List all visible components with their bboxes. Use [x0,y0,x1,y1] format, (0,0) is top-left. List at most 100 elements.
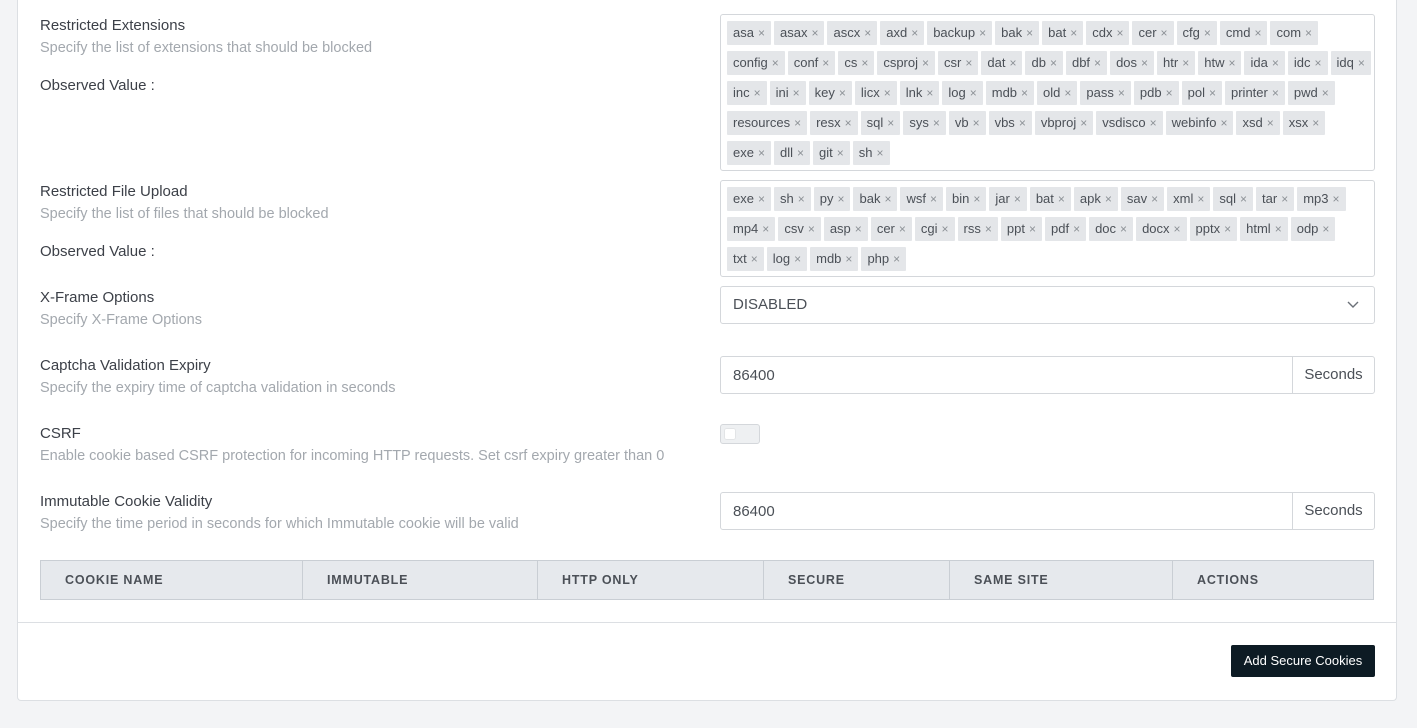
tag-remove-icon[interactable]: × [1240,192,1247,206]
tag-remove-icon[interactable]: × [758,26,765,40]
tag-remove-icon[interactable]: × [965,56,972,70]
tag-remove-icon[interactable]: × [1314,56,1321,70]
tag-remove-icon[interactable]: × [864,26,871,40]
tag-remove-icon[interactable]: × [1322,86,1329,100]
tag-remove-icon[interactable]: × [1166,86,1173,100]
tag-remove-icon[interactable]: × [1019,116,1026,130]
tag-remove-icon[interactable]: × [1333,192,1340,206]
tag-remove-icon[interactable]: × [798,192,805,206]
tag-remove-icon[interactable]: × [772,56,779,70]
tag-remove-icon[interactable]: × [839,86,846,100]
x-frame-options-select[interactable]: DISABLED [720,286,1375,324]
tag-remove-icon[interactable]: × [1120,222,1127,236]
tag-remove-icon[interactable]: × [1220,116,1227,130]
tag-remove-icon[interactable]: × [758,146,765,160]
tag-remove-icon[interactable]: × [1094,56,1101,70]
add-secure-cookies-button[interactable]: Add Secure Cookies [1231,645,1375,677]
tag-remove-icon[interactable]: × [1150,116,1157,130]
tag-remove-icon[interactable]: × [822,56,829,70]
tag-remove-icon[interactable]: × [1209,86,1216,100]
tag-remove-icon[interactable]: × [1050,56,1057,70]
tag-remove-icon[interactable]: × [1141,56,1148,70]
tag-remove-icon[interactable]: × [1358,56,1365,70]
tag-remove-icon[interactable]: × [1105,192,1112,206]
tag-remove-icon[interactable]: × [985,222,992,236]
tag-remove-icon[interactable]: × [855,222,862,236]
tag-remove-icon[interactable]: × [1009,56,1016,70]
tag-remove-icon[interactable]: × [758,192,765,206]
tag-label: csproj [883,55,919,70]
tag-remove-icon[interactable]: × [793,86,800,100]
tag-remove-icon[interactable]: × [1026,26,1033,40]
tag-remove-icon[interactable]: × [845,252,852,266]
tag-label: exe [733,145,754,160]
tag-remove-icon[interactable]: × [1322,222,1329,236]
tag-remove-icon[interactable]: × [884,192,891,206]
tag-remove-icon[interactable]: × [1029,222,1036,236]
tag-remove-icon[interactable]: × [1151,192,1158,206]
tag-remove-icon[interactable]: × [979,26,986,40]
tag-remove-icon[interactable]: × [942,222,949,236]
tag-remove-icon[interactable]: × [1174,222,1181,236]
tag-remove-icon[interactable]: × [861,56,868,70]
restricted-file-upload-tag-input[interactable]: exe × sh × py × bak × wsf × bin × jar × bat × apk × sav × xm… [720,180,1375,277]
tag-remove-icon[interactable]: × [1021,86,1028,100]
tag-remove-icon[interactable]: × [930,192,937,206]
tag-remove-icon[interactable]: × [754,86,761,100]
tag-remove-icon[interactable]: × [1118,86,1125,100]
tag-remove-icon[interactable]: × [926,86,933,100]
tag-remove-icon[interactable]: × [973,116,980,130]
tag-remove-icon[interactable]: × [1281,192,1288,206]
tag-label: log [948,85,966,100]
tag-remove-icon[interactable]: × [887,116,894,130]
tag-remove-icon[interactable]: × [1058,192,1065,206]
tag-remove-icon[interactable]: × [1267,116,1274,130]
tag-remove-icon[interactable]: × [1014,192,1021,206]
tag-label: sh [779,191,794,206]
tag-remove-icon[interactable]: × [973,192,980,206]
tag-remove-icon[interactable]: × [893,252,900,266]
restricted-extensions-tag-input[interactable]: asa × asax × ascx × axd × backup × bak × bat × cdx × cer… [720,14,1375,171]
immutable-cookie-input[interactable] [721,493,1292,529]
tag-remove-icon[interactable]: × [922,56,929,70]
tag-remove-icon[interactable]: × [877,146,884,160]
tag-remove-icon[interactable]: × [751,252,758,266]
tag-remove-icon[interactable]: × [1305,26,1312,40]
settings-card: Restricted Extensions Specify the list o… [17,0,1397,701]
tag-remove-icon[interactable]: × [762,222,769,236]
tag-remove-icon[interactable]: × [808,222,815,236]
tag-remove-icon[interactable]: × [1197,192,1204,206]
tag-remove-icon[interactable]: × [933,116,940,130]
csrf-toggle[interactable] [720,424,760,444]
tag-remove-icon[interactable]: × [1064,86,1071,100]
tag-remove-icon[interactable]: × [1312,116,1319,130]
tag-remove-icon[interactable]: × [845,116,852,130]
tag-remove-icon[interactable]: × [1080,116,1087,130]
tag-remove-icon[interactable]: × [1254,26,1261,40]
captcha-expiry-input[interactable] [721,357,1292,393]
tag-remove-icon[interactable]: × [899,222,906,236]
tag-label: cgi [920,221,938,236]
tag-remove-icon[interactable]: × [1224,222,1231,236]
tag-remove-icon[interactable]: × [837,146,844,160]
tag-remove-icon[interactable]: × [1228,56,1235,70]
tag-remove-icon[interactable]: × [1272,56,1279,70]
tag-remove-icon[interactable]: × [797,146,804,160]
tag-remove-icon[interactable]: × [811,26,818,40]
tag-remove-icon[interactable]: × [1161,26,1168,40]
tag-remove-icon[interactable]: × [837,192,844,206]
x-frame-options-value: DISABLED [733,296,808,313]
tag-remove-icon[interactable]: × [1116,26,1123,40]
tag-remove-icon[interactable]: × [1204,26,1211,40]
tag-remove-icon[interactable]: × [884,86,891,100]
tag-remove-icon[interactable]: × [1275,222,1282,236]
tag-remove-icon[interactable]: × [1182,56,1189,70]
tag: asa × [727,21,771,45]
tag-remove-icon[interactable]: × [1073,222,1080,236]
tag-remove-icon[interactable]: × [794,116,801,130]
tag-remove-icon[interactable]: × [1272,86,1279,100]
tag-remove-icon[interactable]: × [794,252,801,266]
tag-remove-icon[interactable]: × [970,86,977,100]
tag-remove-icon[interactable]: × [911,26,918,40]
tag-remove-icon[interactable]: × [1070,26,1077,40]
